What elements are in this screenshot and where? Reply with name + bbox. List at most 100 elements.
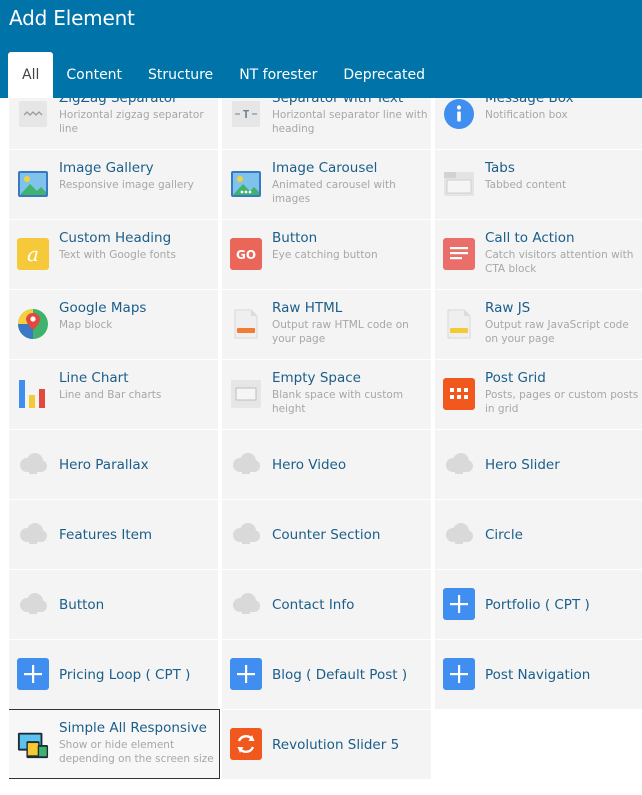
cloud-icon	[17, 448, 49, 480]
element-title: Raw HTML	[272, 300, 343, 316]
zigzag-icon	[17, 98, 49, 130]
cloud-icon	[17, 588, 49, 620]
svg-text:T: T	[243, 108, 250, 121]
element-title: Custom Heading	[59, 230, 172, 246]
category-tabs: All Content Structure NT forester Deprec…	[8, 52, 438, 98]
element-title: Contact Info	[272, 597, 355, 613]
element-card-tabs[interactable]: Tabs Tabbed content	[435, 150, 642, 219]
element-card-button[interactable]: GO Button Eye catching button	[222, 220, 431, 289]
element-title: Hero Slider	[485, 457, 560, 473]
cloud-icon	[230, 448, 262, 480]
separator-text-icon: T	[230, 98, 262, 130]
plus-icon	[230, 658, 262, 690]
image-gallery-icon	[17, 168, 49, 200]
element-title: Simple All Responsive	[59, 720, 207, 736]
element-card-counter-section[interactable]: Counter Section	[222, 500, 431, 569]
cloud-icon	[230, 588, 262, 620]
element-title: Button	[272, 230, 318, 246]
element-card-revolution-slider-5[interactable]: Revolution Slider 5	[222, 710, 431, 779]
plus-icon	[443, 658, 475, 690]
tab-all[interactable]: All	[8, 52, 54, 98]
element-description: Responsive image gallery	[59, 179, 194, 191]
element-description: Horizontal zigzag separator line	[59, 109, 204, 135]
svg-text:a: a	[27, 242, 39, 266]
element-card-line-chart[interactable]: Line Chart Line and Bar charts	[9, 360, 218, 429]
go-button-icon: GO	[230, 238, 262, 270]
panel-title: Add Element	[9, 6, 135, 30]
element-description: Output raw JavaScript code on your page	[485, 319, 629, 345]
element-card-portfolio-cpt[interactable]: Portfolio ( CPT )	[435, 570, 642, 639]
element-title: Blog ( Default Post )	[272, 667, 408, 683]
element-card-button[interactable]: Button	[9, 570, 218, 639]
element-card-image-carousel[interactable]: Image Carousel Animated carousel with ima…	[222, 150, 431, 219]
element-card-features-item[interactable]: Features Item	[9, 500, 218, 569]
element-description: Blank space with custom height	[272, 389, 404, 415]
tab-deprecated[interactable]: Deprecated	[330, 52, 438, 98]
element-card-message-box[interactable]: Message Box Notification box	[435, 98, 642, 149]
element-card-hero-parallax[interactable]: Hero Parallax	[9, 430, 218, 499]
element-card-separator-with-text[interactable]: T Separator with Text Horizontal separator…	[222, 98, 431, 149]
cloud-icon	[17, 518, 49, 550]
element-title: Image Gallery	[59, 160, 154, 176]
element-description: Map block	[59, 319, 113, 331]
element-card-call-to-action[interactable]: Call to Action Catch visitors attention w…	[435, 220, 642, 289]
element-description: Eye catching button	[272, 249, 378, 261]
add-element-header: Add Element All Content Structure NT for…	[0, 0, 642, 98]
cloud-icon	[230, 518, 262, 550]
tabs-icon	[443, 168, 475, 200]
element-card-blog-default-post[interactable]: Blog ( Default Post )	[222, 640, 431, 709]
element-description: Catch visitors attention with CTA block	[485, 249, 634, 275]
element-grid: ZigZag Separator Horizontal zigzag separa…	[9, 98, 642, 795]
element-card-pricing-loop-cpt[interactable]: Pricing Loop ( CPT )	[9, 640, 218, 709]
element-title: Counter Section	[272, 527, 381, 543]
element-title: Message Box	[485, 98, 574, 106]
custom-heading-icon: a	[17, 238, 49, 270]
responsive-devices-icon	[17, 728, 49, 760]
element-description: Horizontal separator line with heading	[272, 109, 428, 135]
element-title: Revolution Slider 5	[272, 737, 400, 753]
element-card-image-gallery[interactable]: Image Gallery Responsive image gallery	[9, 150, 218, 219]
element-card-google-maps[interactable]: Google Maps Map block	[9, 290, 218, 359]
element-description: Output raw HTML code on your page	[272, 319, 409, 345]
element-description: Animated carousel with images	[272, 179, 396, 205]
element-card-custom-heading[interactable]: a Custom Heading Text with Google fonts	[9, 220, 218, 289]
element-card-hero-slider[interactable]: Hero Slider	[435, 430, 642, 499]
element-card-raw-js[interactable]: Raw JS Output raw JavaScript code on your…	[435, 290, 642, 359]
element-card-raw-html[interactable]: Raw HTML Output raw HTML code on your pag…	[222, 290, 431, 359]
element-title: Image Carousel	[272, 160, 378, 176]
plus-icon	[17, 658, 49, 690]
cloud-icon	[443, 448, 475, 480]
element-card-post-grid[interactable]: Post Grid Posts, pages or custom posts in…	[435, 360, 642, 429]
element-description: Line and Bar charts	[59, 389, 162, 401]
element-title: Pricing Loop ( CPT )	[59, 667, 191, 683]
cloud-icon	[443, 518, 475, 550]
element-title: Post Grid	[485, 370, 546, 386]
raw-html-icon	[230, 308, 262, 340]
element-card-contact-info[interactable]: Contact Info	[222, 570, 431, 639]
element-card-circle[interactable]: Circle	[435, 500, 642, 569]
element-card-empty-space[interactable]: Empty Space Blank space with custom heigh…	[222, 360, 431, 429]
element-card-post-navigation[interactable]: Post Navigation	[435, 640, 642, 709]
element-title: Raw JS	[485, 300, 531, 316]
element-title: Hero Video	[272, 457, 347, 473]
plus-icon	[443, 588, 475, 620]
element-title: Empty Space	[272, 370, 361, 386]
element-title: Portfolio ( CPT )	[485, 597, 590, 613]
element-title: Tabs	[485, 160, 515, 176]
tab-content[interactable]: Content	[53, 52, 135, 98]
tab-nt-forester[interactable]: NT forester	[226, 52, 330, 98]
post-grid-icon	[443, 378, 475, 410]
bar-chart-icon	[17, 378, 49, 410]
svg-text:GO: GO	[236, 248, 256, 262]
element-title: Call to Action	[485, 230, 575, 246]
tab-structure[interactable]: Structure	[135, 52, 226, 98]
element-description: Show or hide element depending on the sc…	[59, 739, 214, 765]
element-description: Notification box	[485, 109, 568, 121]
element-card-zigzag-separator[interactable]: ZigZag Separator Horizontal zigzag separa…	[9, 98, 218, 149]
element-card-hero-video[interactable]: Hero Video	[222, 430, 431, 499]
call-to-action-icon	[443, 238, 475, 270]
element-title: Separator with Text	[272, 98, 404, 106]
element-card-simple-all-responsive[interactable]: Simple All Responsive Show or hide elemen…	[9, 709, 220, 779]
raw-js-icon	[443, 308, 475, 340]
map-pin-icon	[17, 308, 49, 340]
